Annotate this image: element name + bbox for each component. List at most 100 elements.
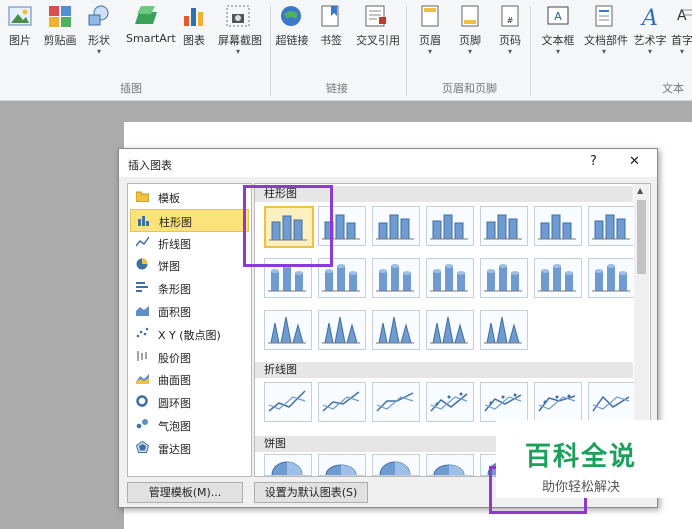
- drop-cap-icon: A: [669, 4, 692, 28]
- chart-type-item[interactable]: 柱形图: [130, 208, 249, 232]
- chart-subtype-thumbnail[interactable]: [372, 206, 420, 246]
- chart-subtype-thumbnail[interactable]: [318, 454, 366, 476]
- svg-text:#: #: [507, 16, 514, 25]
- dropdown-arrow-icon: ▾: [507, 47, 512, 56]
- chart-subtype-thumbnail[interactable]: [426, 258, 474, 298]
- chart-subtype-thumbnail[interactable]: [426, 382, 474, 422]
- ribbon-button-label: 剪贴画: [43, 34, 77, 47]
- ribbon-button-screenshot[interactable]: 屏幕截图 ▾: [218, 4, 262, 56]
- watermark-title: 百科全说: [524, 442, 637, 472]
- help-button[interactable]: ?: [590, 154, 597, 169]
- scroll-up-icon[interactable]: ▲: [637, 186, 643, 195]
- chart-subtype-thumbnail[interactable]: [426, 206, 474, 246]
- chart-type-item[interactable]: 气泡图: [130, 414, 247, 435]
- chart-type-label: 柱形图: [159, 215, 192, 229]
- dropdown-arrow-icon: ▾: [679, 47, 684, 56]
- group-label-header-footer: 页眉和页脚: [442, 82, 497, 95]
- ribbon-button-label: 形状: [88, 34, 110, 47]
- dialog-titlebar: 插入图表 ? ✕: [119, 149, 657, 177]
- scrollbar-thumb[interactable]: [637, 200, 646, 274]
- chart-type-item[interactable]: 模板: [130, 186, 247, 207]
- chart-type-item[interactable]: 圆环图: [130, 391, 247, 412]
- cross-reference-icon: [363, 4, 389, 28]
- ribbon-button-label: 交叉引用: [356, 34, 400, 47]
- chart-type-label: 折线图: [158, 237, 191, 251]
- doughnut-chart-icon: [136, 395, 149, 407]
- group-label-links: 链接: [326, 82, 348, 95]
- ribbon-button-clipart[interactable]: 剪贴画: [40, 4, 80, 48]
- chart-subtype-thumbnail[interactable]: [480, 206, 528, 246]
- dropdown-arrow-icon: ▾: [96, 47, 101, 56]
- ribbon-button-footer[interactable]: 页脚 ▾: [450, 4, 490, 56]
- chart-type-item[interactable]: 折线图: [130, 232, 247, 253]
- chart-type-label: 圆环图: [158, 397, 191, 411]
- group-divider: [530, 6, 531, 96]
- ribbon-button-label: 页眉: [419, 34, 441, 47]
- chart-subtype-thumbnail[interactable]: [588, 206, 636, 246]
- svg-text:A: A: [554, 10, 562, 23]
- group-label-text: 文本: [662, 82, 684, 95]
- chart-subtype-thumbnail[interactable]: [264, 382, 312, 422]
- group-divider: [270, 6, 271, 96]
- ribbon-button-label: 文档部件: [584, 34, 628, 47]
- ribbon-button-bookmark[interactable]: 书签: [311, 4, 351, 48]
- ribbon-button-page-number[interactable]: # 页码 ▾: [490, 4, 530, 56]
- chart-type-item[interactable]: 面积图: [130, 300, 247, 321]
- ribbon-button-label: 首字: [671, 34, 692, 47]
- chart-subtype-thumbnail[interactable]: [426, 310, 474, 350]
- ribbon-button-quick-parts[interactable]: 文档部件 ▾: [584, 4, 628, 56]
- chart-subtype-thumbnail[interactable]: [426, 454, 474, 476]
- section-header-line: 折线图: [255, 362, 633, 378]
- chart-subtype-thumbnail[interactable]: [534, 382, 582, 422]
- ribbon-button-label: 图表: [183, 34, 205, 47]
- textbox-icon: A: [545, 4, 571, 28]
- bookmark-icon: [318, 4, 344, 28]
- ribbon-button-chart[interactable]: 图表: [174, 4, 214, 48]
- ribbon: 图片 剪贴画 形状 ▾ SmartArt 图表 屏幕截图 ▾ 超链接 书签 交叉引用 页眉 ▾ 页脚 ▾ # 页…: [0, 0, 692, 101]
- ribbon-button-label: 页码: [499, 34, 521, 47]
- chart-subtype-thumbnail[interactable]: [264, 454, 312, 476]
- ribbon-button-label: 书签: [320, 34, 342, 47]
- chart-type-item[interactable]: 雷达图: [130, 437, 247, 458]
- chart-subtype-thumbnail[interactable]: [588, 258, 636, 298]
- chart-type-list: 模板柱形图折线图饼图 条形图 面积图 X Y (散点图) 股价图 曲面图圆环图气泡图 雷达图: [127, 183, 252, 477]
- chart-subtype-thumbnail[interactable]: [534, 206, 582, 246]
- chart-subtype-thumbnail[interactable]: [480, 382, 528, 422]
- chart-subtype-thumbnail[interactable]: [372, 310, 420, 350]
- chart-subtype-thumbnail[interactable]: [372, 382, 420, 422]
- ribbon-button-textbox[interactable]: A 文本框 ▾: [538, 4, 578, 56]
- ribbon-button-label: 屏幕截图: [218, 34, 262, 47]
- group-label-illustrations: 插图: [120, 82, 142, 95]
- chart-type-item[interactable]: 条形图: [130, 277, 247, 298]
- ribbon-button-shapes[interactable]: 形状 ▾: [79, 4, 119, 56]
- ribbon-button-smartart[interactable]: SmartArt: [126, 4, 176, 45]
- chart-type-item[interactable]: X Y (散点图): [130, 323, 247, 344]
- chart-subtype-thumbnail[interactable]: [480, 258, 528, 298]
- ribbon-button-hyperlink[interactable]: 超链接: [272, 4, 312, 48]
- chart-subtype-thumbnail[interactable]: [534, 258, 582, 298]
- wordart-icon: A: [637, 4, 663, 31]
- chart-subtype-thumbnail[interactable]: [588, 382, 636, 422]
- dialog-title: 插入图表: [128, 159, 172, 172]
- ribbon-button-header[interactable]: 页眉 ▾: [410, 4, 450, 56]
- chart-subtype-thumbnail[interactable]: [372, 454, 420, 476]
- stock-chart-icon: [136, 350, 149, 362]
- surface-chart-icon: [136, 372, 149, 385]
- set-default-chart-button[interactable]: 设置为默认图表(S): [254, 482, 368, 503]
- ribbon-button-drop-cap[interactable]: A 首字 ▾: [662, 4, 692, 56]
- chart-subtype-thumbnail[interactable]: [480, 310, 528, 350]
- chart-subtype-thumbnail[interactable]: [372, 258, 420, 298]
- chart-type-item[interactable]: 股价图: [130, 346, 247, 367]
- watermark-subtitle: 助你轻松解决: [541, 480, 620, 495]
- chart-subtype-thumbnail[interactable]: [318, 382, 366, 422]
- ribbon-button-picture[interactable]: 图片: [0, 4, 40, 48]
- close-button[interactable]: ✕: [629, 154, 640, 169]
- manage-templates-button[interactable]: 管理模板(M)...: [127, 482, 243, 503]
- chart-subtype-thumbnail[interactable]: [264, 310, 312, 350]
- line-chart-icon: [135, 236, 150, 248]
- ribbon-button-cross-reference[interactable]: 交叉引用: [356, 4, 400, 48]
- dropdown-arrow-icon: ▾: [467, 47, 472, 56]
- chart-subtype-thumbnail[interactable]: [318, 310, 366, 350]
- chart-type-item[interactable]: 曲面图: [130, 368, 247, 389]
- chart-type-item[interactable]: 饼图: [130, 254, 247, 275]
